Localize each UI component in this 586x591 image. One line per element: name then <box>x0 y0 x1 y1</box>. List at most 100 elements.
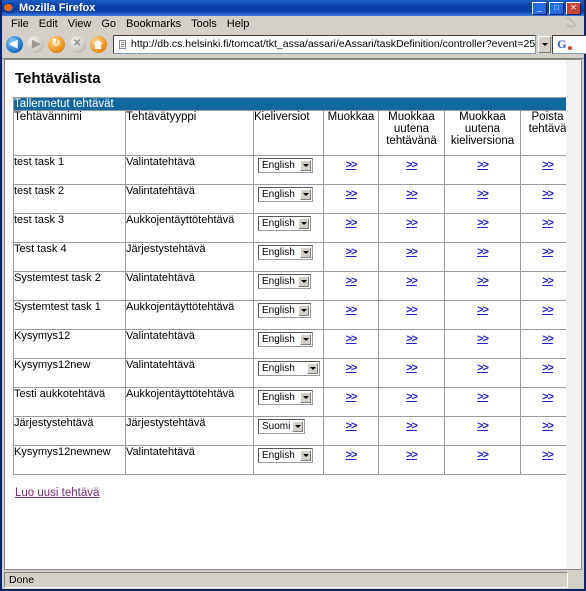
address-bar-dropdown-button[interactable] <box>538 35 552 53</box>
edit-link[interactable]: >> <box>346 391 358 403</box>
language-select[interactable]: Suomi <box>258 419 305 434</box>
address-bar[interactable]: http://db.cs.helsinki.fi/tomcat/tkt_assa… <box>113 34 537 54</box>
create-new-task-link[interactable]: Luo uusi tehtävä <box>15 487 99 499</box>
language-select[interactable]: English <box>258 158 313 173</box>
chevron-down-icon[interactable] <box>298 276 309 287</box>
language-select[interactable]: English <box>258 448 313 463</box>
title-bar: Mozilla Firefox _ □ ✕ <box>2 0 584 16</box>
menu-item-bookmarks[interactable]: Bookmarks <box>121 17 186 31</box>
home-button[interactable] <box>89 35 108 54</box>
edit-link[interactable]: >> <box>346 449 358 461</box>
edit-as-new-link[interactable]: >> <box>406 217 418 229</box>
edit-as-new-link[interactable]: >> <box>406 333 418 345</box>
column-header-name: Tehtävännimi <box>13 110 126 156</box>
edit-as-new-link[interactable]: >> <box>406 159 418 171</box>
cell-task-name: Kysymys12new <box>13 358 126 388</box>
edit-link[interactable]: >> <box>346 275 358 287</box>
language-select[interactable]: English <box>258 303 311 318</box>
edit-link[interactable]: >> <box>346 420 358 432</box>
chevron-down-icon[interactable] <box>300 334 311 345</box>
menu-item-file[interactable]: File <box>6 17 34 31</box>
cell-edit-link: >> <box>323 213 379 243</box>
edit-new-language-link[interactable]: >> <box>477 333 489 345</box>
maximize-button[interactable]: □ <box>549 1 564 15</box>
table-row: Järjestystehtävä Järjestystehtävä Suomi >> >… <box>13 416 566 446</box>
chevron-down-icon[interactable] <box>298 305 309 316</box>
delete-link[interactable]: >> <box>542 159 554 171</box>
edit-new-language-link[interactable]: >> <box>477 449 489 461</box>
menu-item-view[interactable]: View <box>63 17 97 31</box>
resize-grip-icon[interactable] <box>568 572 582 588</box>
edit-new-language-link[interactable]: >> <box>477 391 489 403</box>
menu-item-tools[interactable]: Tools <box>186 17 222 31</box>
delete-link[interactable]: >> <box>542 304 554 316</box>
menu-item-go[interactable]: Go <box>96 17 121 31</box>
delete-link[interactable]: >> <box>542 420 554 432</box>
language-select[interactable]: English <box>258 390 313 405</box>
edit-new-language-link[interactable]: >> <box>477 275 489 287</box>
delete-link[interactable]: >> <box>542 449 554 461</box>
edit-link[interactable]: >> <box>346 304 358 316</box>
cell-edit-link: >> <box>323 416 379 446</box>
cell-edit-as-new-link: >> <box>378 242 445 272</box>
delete-link[interactable]: >> <box>542 275 554 287</box>
menu-item-help[interactable]: Help <box>222 17 255 31</box>
chevron-down-icon[interactable] <box>300 189 311 200</box>
chevron-down-icon[interactable] <box>292 421 303 432</box>
edit-new-language-link[interactable]: >> <box>477 246 489 258</box>
menu-item-edit[interactable]: Edit <box>34 17 63 31</box>
edit-link[interactable]: >> <box>346 217 358 229</box>
reload-button[interactable]: ↻ <box>47 35 66 54</box>
edit-as-new-link[interactable]: >> <box>406 246 418 258</box>
edit-as-new-link[interactable]: >> <box>406 275 418 287</box>
edit-new-language-link[interactable]: >> <box>477 217 489 229</box>
edit-as-new-link[interactable]: >> <box>406 391 418 403</box>
language-select[interactable]: English <box>258 187 313 202</box>
edit-new-language-link[interactable]: >> <box>477 362 489 374</box>
edit-link[interactable]: >> <box>346 333 358 345</box>
chevron-down-icon[interactable] <box>300 450 311 461</box>
chevron-down-icon[interactable] <box>298 218 309 229</box>
table-caption: Tallennetut tehtävät <box>12 97 566 111</box>
language-select[interactable]: English <box>258 245 313 260</box>
delete-link[interactable]: >> <box>542 188 554 200</box>
edit-as-new-link[interactable]: >> <box>406 420 418 432</box>
search-box[interactable]: G <box>552 34 586 54</box>
edit-link[interactable]: >> <box>346 188 358 200</box>
cell-language: English <box>253 329 324 359</box>
edit-link[interactable]: >> <box>346 159 358 171</box>
edit-new-language-link[interactable]: >> <box>477 420 489 432</box>
edit-new-language-link[interactable]: >> <box>477 304 489 316</box>
page-scrollbar[interactable] <box>566 59 582 570</box>
edit-as-new-link[interactable]: >> <box>406 304 418 316</box>
chevron-down-icon[interactable] <box>307 363 318 374</box>
stop-button[interactable]: ✕ <box>68 35 87 54</box>
cell-language: English <box>253 445 324 475</box>
edit-as-new-link[interactable]: >> <box>406 362 418 374</box>
edit-link[interactable]: >> <box>346 246 358 258</box>
minimize-button[interactable]: _ <box>532 1 547 15</box>
chevron-down-icon[interactable] <box>300 392 311 403</box>
delete-link[interactable]: >> <box>542 246 554 258</box>
delete-link[interactable]: >> <box>542 391 554 403</box>
back-button[interactable]: ◀ <box>5 35 24 54</box>
language-select-value: English <box>262 392 295 403</box>
close-button[interactable]: ✕ <box>566 1 581 15</box>
edit-new-language-link[interactable]: >> <box>477 188 489 200</box>
edit-link[interactable]: >> <box>346 362 358 374</box>
language-select[interactable]: English <box>258 332 313 347</box>
edit-as-new-link[interactable]: >> <box>406 449 418 461</box>
edit-new-language-link[interactable]: >> <box>477 159 489 171</box>
language-select[interactable]: English <box>258 361 320 376</box>
delete-link[interactable]: >> <box>542 333 554 345</box>
edit-as-new-link[interactable]: >> <box>406 188 418 200</box>
delete-link[interactable]: >> <box>542 217 554 229</box>
chevron-down-icon[interactable] <box>300 160 311 171</box>
language-select[interactable]: English <box>258 274 311 289</box>
language-select[interactable]: English <box>258 216 311 231</box>
address-bar-text[interactable]: http://db.cs.helsinki.fi/tomcat/tkt_assa… <box>131 38 535 50</box>
scrollbar-track[interactable] <box>566 60 581 569</box>
chevron-down-icon[interactable] <box>300 247 311 258</box>
delete-link[interactable]: >> <box>542 362 554 374</box>
forward-button[interactable]: ▶ <box>26 35 45 54</box>
